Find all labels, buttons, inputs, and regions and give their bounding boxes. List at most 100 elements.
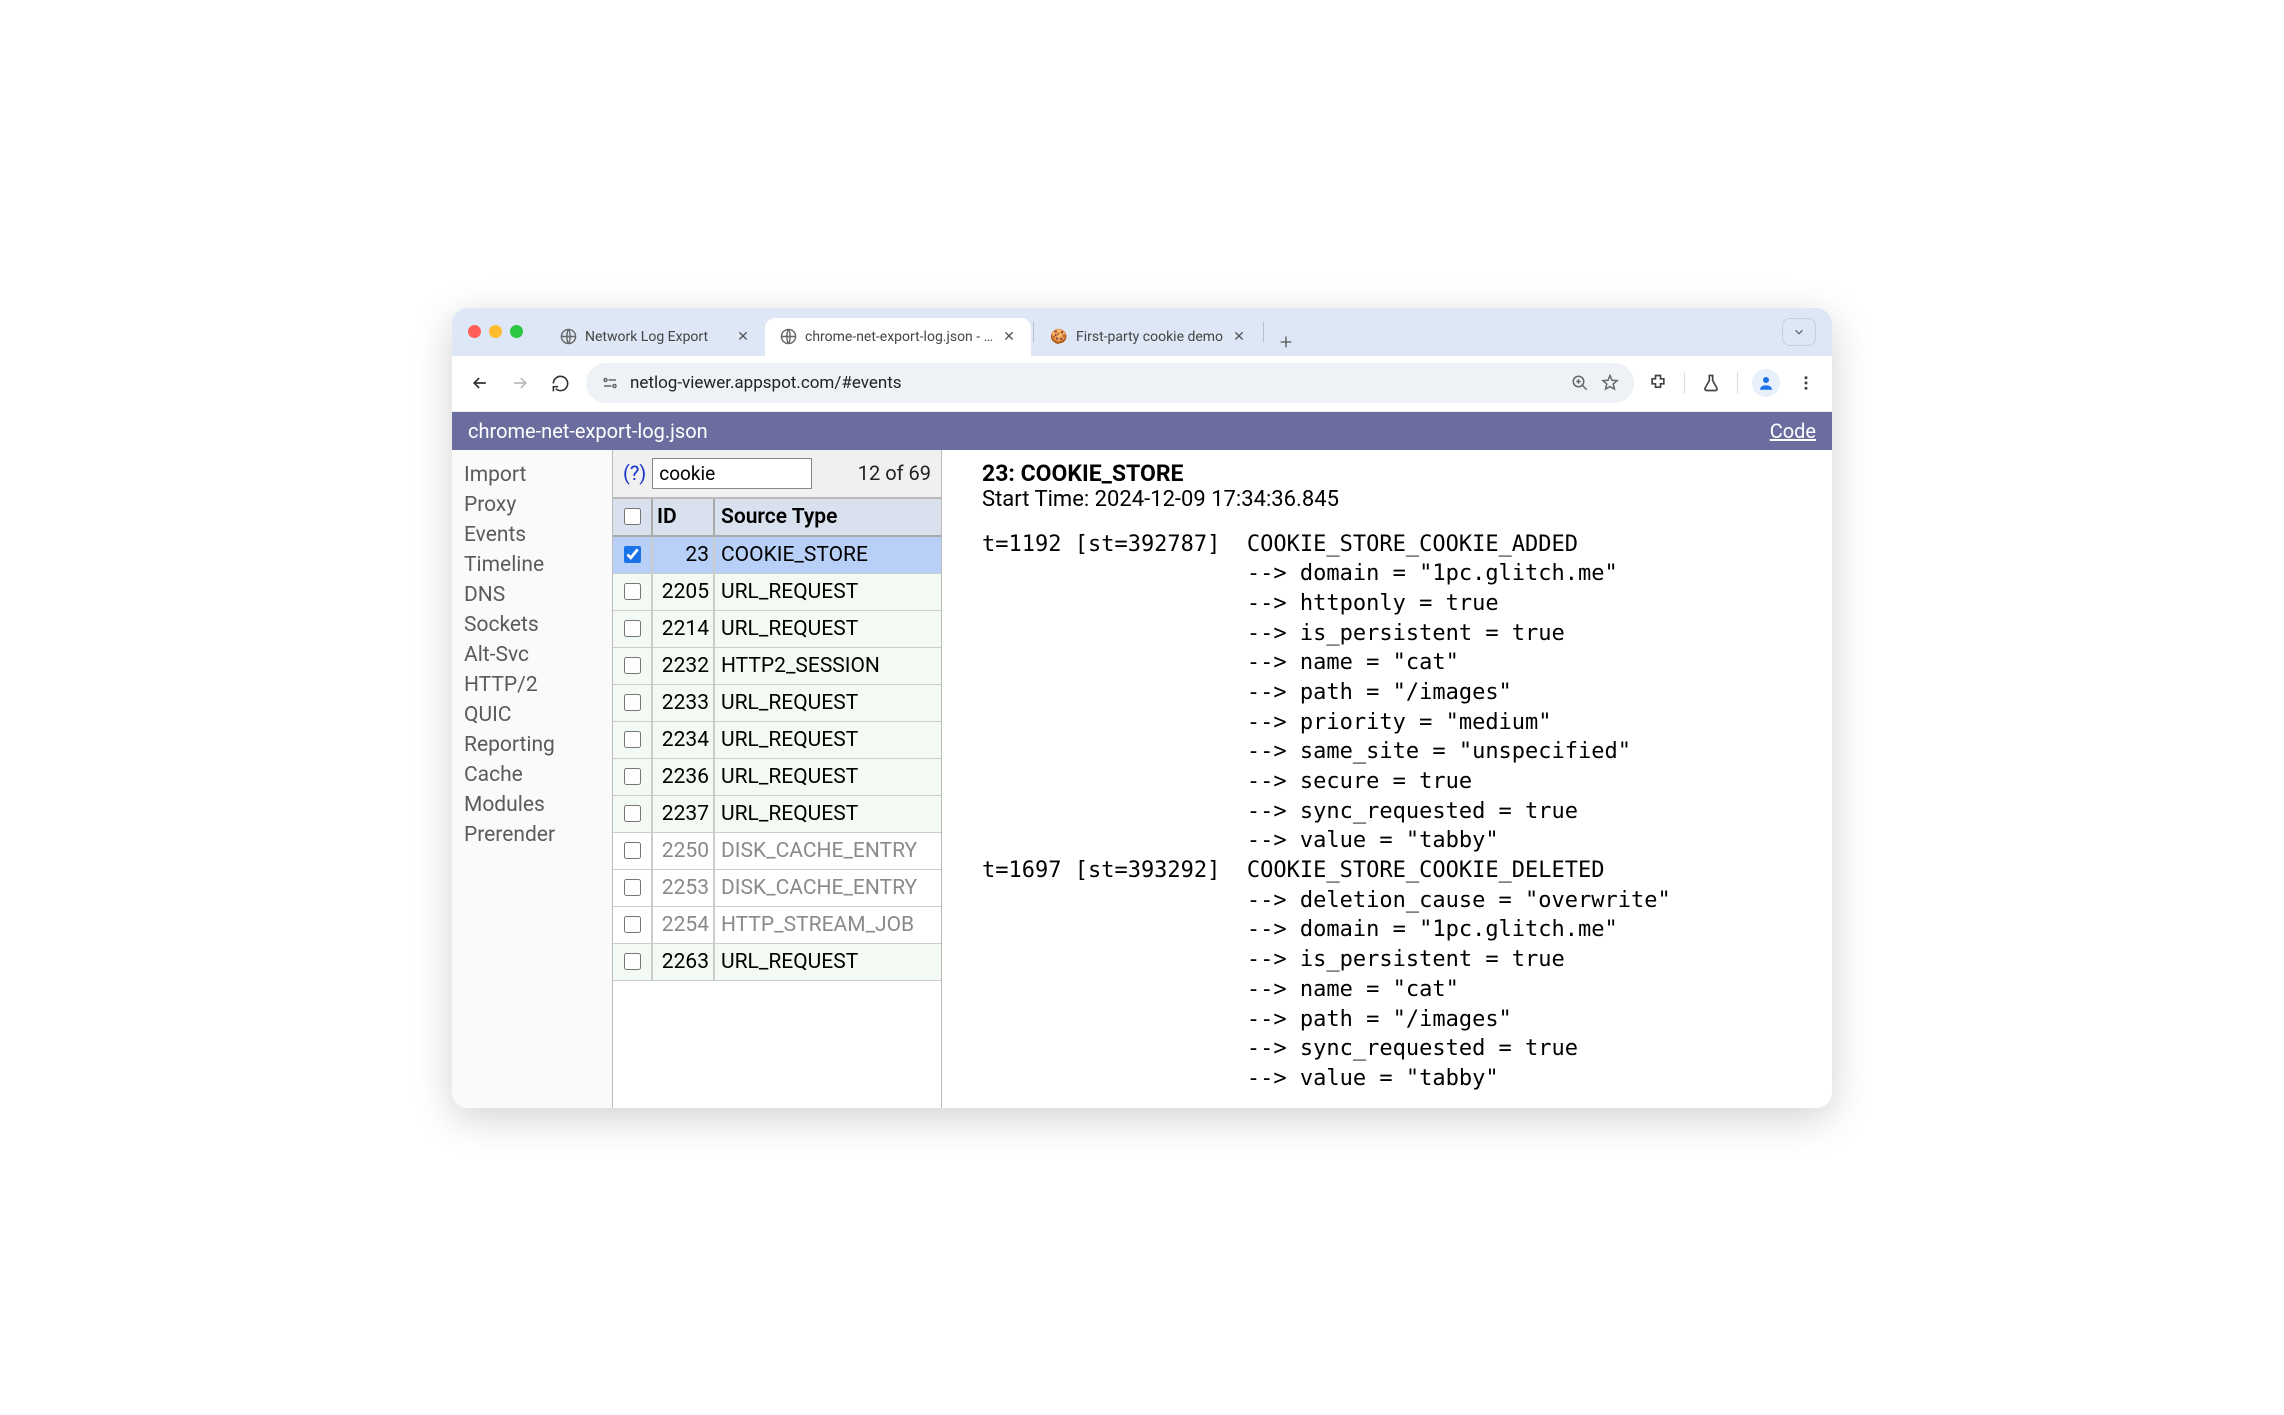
row-type: URL_REQUEST bbox=[713, 796, 941, 832]
sidebar-item-proxy[interactable]: Proxy bbox=[464, 490, 600, 520]
table-row[interactable]: 2232HTTP2_SESSION bbox=[613, 648, 941, 685]
row-id: 2254 bbox=[651, 907, 713, 943]
row-id: 2205 bbox=[651, 574, 713, 610]
sidebar-item-sockets[interactable]: Sockets bbox=[464, 610, 600, 640]
back-button[interactable] bbox=[466, 369, 494, 397]
row-checkbox[interactable] bbox=[624, 953, 641, 970]
code-link[interactable]: Code bbox=[1770, 419, 1816, 443]
close-icon[interactable]: ✕ bbox=[1001, 329, 1017, 345]
row-id: 2232 bbox=[651, 648, 713, 684]
tab-strip: Network Log Export ✕ chrome-net-export-l… bbox=[452, 308, 1832, 356]
tabs: Network Log Export ✕ chrome-net-export-l… bbox=[545, 308, 1300, 356]
toolbar: netlog-viewer.appspot.com/#events bbox=[452, 356, 1832, 412]
window-controls bbox=[468, 325, 523, 338]
profile-button[interactable] bbox=[1752, 369, 1780, 397]
table-row[interactable]: 2234URL_REQUEST bbox=[613, 722, 941, 759]
row-checkbox[interactable] bbox=[624, 694, 641, 711]
row-checkbox[interactable] bbox=[624, 879, 641, 896]
minimize-window-button[interactable] bbox=[489, 325, 502, 338]
forward-button[interactable] bbox=[506, 369, 534, 397]
row-type: HTTP_STREAM_JOB bbox=[713, 907, 941, 943]
row-checkbox[interactable] bbox=[624, 546, 641, 563]
header-source-type[interactable]: Source Type bbox=[713, 499, 941, 535]
filter-input[interactable] bbox=[652, 458, 812, 489]
row-type: COOKIE_STORE bbox=[713, 537, 941, 573]
labs-icon[interactable] bbox=[1699, 371, 1723, 395]
sidebar-item-dns[interactable]: DNS bbox=[464, 580, 600, 610]
close-icon[interactable]: ✕ bbox=[735, 329, 751, 345]
row-type: URL_REQUEST bbox=[713, 944, 941, 980]
sidebar-item-altsvc[interactable]: Alt-Svc bbox=[464, 640, 600, 670]
sidebar-item-modules[interactable]: Modules bbox=[464, 790, 600, 820]
table-row[interactable]: 2254HTTP_STREAM_JOB bbox=[613, 907, 941, 944]
table-row[interactable]: 2253DISK_CACHE_ENTRY bbox=[613, 870, 941, 907]
table-row[interactable]: 2263URL_REQUEST bbox=[613, 944, 941, 981]
table-row[interactable]: 2250DISK_CACHE_ENTRY bbox=[613, 833, 941, 870]
url-text: netlog-viewer.appspot.com/#events bbox=[630, 373, 1560, 393]
row-id: 2263 bbox=[651, 944, 713, 980]
table-header: ID Source Type bbox=[613, 499, 941, 537]
separator bbox=[1684, 372, 1685, 394]
table-row[interactable]: 2214URL_REQUEST bbox=[613, 611, 941, 648]
header-id[interactable]: ID bbox=[651, 499, 713, 535]
event-list: (?) 12 of 69 ID Source Type 23COOKIE_STO… bbox=[612, 450, 942, 1108]
row-id: 2237 bbox=[651, 796, 713, 832]
table-row[interactable]: 23COOKIE_STORE bbox=[613, 537, 941, 574]
row-checkbox[interactable] bbox=[624, 657, 641, 674]
reload-button[interactable] bbox=[546, 369, 574, 397]
row-checkbox[interactable] bbox=[624, 842, 641, 859]
select-all-checkbox[interactable] bbox=[624, 508, 641, 525]
maximize-window-button[interactable] bbox=[510, 325, 523, 338]
browser-window: Network Log Export ✕ chrome-net-export-l… bbox=[452, 308, 1832, 1108]
detail-panel: 23: COOKIE_STORE Start Time: 2024-12-09 … bbox=[942, 450, 1832, 1108]
sidebar-item-prerender[interactable]: Prerender bbox=[464, 820, 600, 850]
sidebar-item-cache[interactable]: Cache bbox=[464, 760, 600, 790]
row-type: URL_REQUEST bbox=[713, 759, 941, 795]
row-checkbox[interactable] bbox=[624, 620, 641, 637]
row-id: 23 bbox=[651, 537, 713, 573]
menu-icon[interactable] bbox=[1794, 371, 1818, 395]
row-id: 2250 bbox=[651, 833, 713, 869]
row-checkbox[interactable] bbox=[624, 916, 641, 933]
site-settings-icon[interactable] bbox=[600, 373, 620, 393]
row-checkbox[interactable] bbox=[624, 805, 641, 822]
sidebar-item-events[interactable]: Events bbox=[464, 520, 600, 550]
tab-network-log-export[interactable]: Network Log Export ✕ bbox=[545, 318, 765, 356]
tab-label: Network Log Export bbox=[585, 329, 727, 345]
app-bar: chrome-net-export-log.json Code bbox=[452, 412, 1832, 450]
toolbar-actions bbox=[1646, 369, 1818, 397]
bookmark-icon[interactable] bbox=[1600, 373, 1620, 393]
row-id: 2214 bbox=[651, 611, 713, 647]
table-row[interactable]: 2237URL_REQUEST bbox=[613, 796, 941, 833]
filter-help-link[interactable]: (?) bbox=[623, 461, 646, 485]
table-row[interactable]: 2236URL_REQUEST bbox=[613, 759, 941, 796]
row-id: 2236 bbox=[651, 759, 713, 795]
table-rows: 23COOKIE_STORE2205URL_REQUEST2214URL_REQ… bbox=[613, 537, 941, 981]
sidebar-item-quic[interactable]: QUIC bbox=[464, 700, 600, 730]
zoom-icon[interactable] bbox=[1570, 373, 1590, 393]
table-row[interactable]: 2233URL_REQUEST bbox=[613, 685, 941, 722]
detail-start-time: Start Time: 2024-12-09 17:34:36.845 bbox=[982, 487, 1832, 512]
address-bar[interactable]: netlog-viewer.appspot.com/#events bbox=[586, 363, 1634, 403]
tab-overflow-button[interactable] bbox=[1782, 318, 1816, 346]
sidebar: Import Proxy Events Timeline DNS Sockets… bbox=[452, 450, 612, 1108]
sidebar-item-http2[interactable]: HTTP/2 bbox=[464, 670, 600, 700]
close-icon[interactable]: ✕ bbox=[1231, 329, 1247, 345]
sidebar-item-reporting[interactable]: Reporting bbox=[464, 730, 600, 760]
tab-separator bbox=[1263, 322, 1264, 342]
close-window-button[interactable] bbox=[468, 325, 481, 338]
filter-row: (?) 12 of 69 bbox=[613, 450, 941, 499]
table-row[interactable]: 2205URL_REQUEST bbox=[613, 574, 941, 611]
row-type: HTTP2_SESSION bbox=[713, 648, 941, 684]
tab-cookie-demo[interactable]: 🍪 First-party cookie demo ✕ bbox=[1036, 318, 1261, 356]
row-checkbox[interactable] bbox=[624, 731, 641, 748]
row-type: URL_REQUEST bbox=[713, 685, 941, 721]
row-checkbox[interactable] bbox=[624, 768, 641, 785]
row-checkbox[interactable] bbox=[624, 583, 641, 600]
row-type: URL_REQUEST bbox=[713, 574, 941, 610]
sidebar-item-import[interactable]: Import bbox=[464, 460, 600, 490]
tab-netlog-viewer[interactable]: chrome-net-export-log.json - … ✕ bbox=[765, 318, 1031, 356]
new-tab-button[interactable] bbox=[1272, 328, 1300, 356]
sidebar-item-timeline[interactable]: Timeline bbox=[464, 550, 600, 580]
extensions-icon[interactable] bbox=[1646, 371, 1670, 395]
